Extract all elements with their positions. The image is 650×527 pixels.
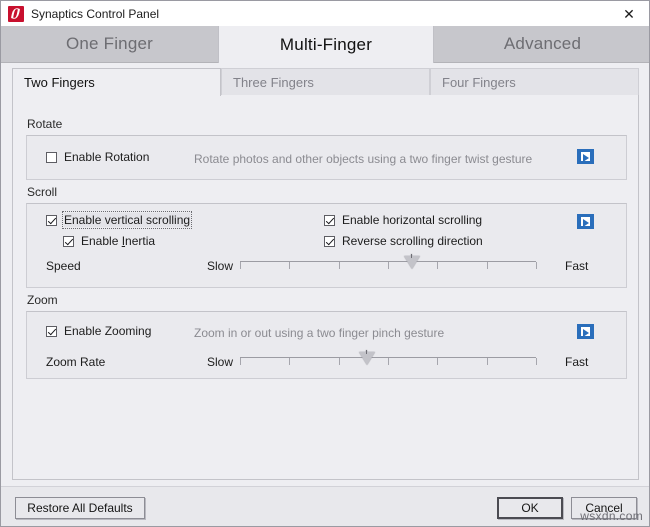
speed-slider-ticks [240,262,537,269]
speed-min-label: Slow [207,259,234,273]
play-triangle-icon [583,153,589,162]
enable-inertia-label-before: Enable [81,234,122,248]
speed-label: Speed [46,259,81,273]
enable-inertia-label-after: nertia [125,234,156,248]
enable-inertia-checkbox[interactable] [63,235,74,247]
close-icon[interactable]: ✕ [607,1,649,26]
slider-tick [240,262,241,269]
tab-three-fingers[interactable]: Three Fingers [221,68,430,96]
tab-multi-finger[interactable]: Multi-Finger [218,26,434,63]
scroll-video-preview-icon[interactable] [577,214,594,229]
enable-zooming-checkbox[interactable] [46,325,57,337]
slider-tick [437,262,439,269]
enable-inertia-row[interactable]: Enable Inertia [63,234,155,248]
ok-button[interactable]: OK [497,497,563,519]
enable-rotation-checkbox[interactable] [46,151,57,163]
zoom-video-preview-icon[interactable] [577,324,594,339]
primary-tabstrip: One Finger Multi-Finger Advanced [1,26,649,63]
rotate-group-frame: Enable Rotation Rotate photos and other … [26,135,627,180]
play-triangle-icon [583,218,589,227]
enable-zooming-label: Enable Zooming [64,324,152,338]
reverse-scrolling-direction-checkbox[interactable] [324,235,335,247]
zoom-rate-min-label: Slow [207,355,234,369]
zoom-rate-slider[interactable] [240,350,537,372]
speed-max-label: Fast [565,259,589,273]
enable-rotation-row[interactable]: Enable Rotation [46,150,149,164]
enable-vertical-scrolling-row[interactable]: Enable vertical scrolling [46,211,193,229]
title-bar: Synaptics Control Panel ✕ [1,1,649,26]
slider-tick [289,262,291,269]
reverse-scrolling-direction-label: Reverse scrolling direction [342,234,483,248]
watermark-text: wsxdn.com [580,509,643,523]
rotate-group: Rotate Enable Rotation Rotate photos and… [26,117,627,180]
zoom-group-frame: Enable Zooming Zoom in or out using a tw… [26,311,627,379]
slider-tick [388,358,389,365]
enable-vertical-scrolling-label: Enable vertical scrolling [61,211,193,229]
tab-one-finger[interactable]: One Finger [1,26,218,63]
zoom-rate-label: Zoom Rate [46,355,106,369]
slider-tick [486,262,488,269]
slider-tick [536,262,537,269]
rotate-video-preview-icon[interactable] [577,149,594,164]
enable-rotation-label: Enable Rotation [64,150,150,164]
window-title: Synaptics Control Panel [31,6,160,21]
rotate-description: Rotate photos and other objects using a … [194,152,533,166]
slider-tick [289,358,291,365]
play-triangle-icon [583,328,589,337]
slider-tick [388,262,389,269]
scroll-group-frame: Enable vertical scrolling Enable Inertia… [26,203,627,288]
speed-slider-thumb[interactable] [403,254,420,269]
slider-tick [437,358,439,365]
footer-bar: Restore All Defaults OK Cancel [1,486,649,526]
restore-all-defaults-button[interactable]: Restore All Defaults [15,497,145,519]
zoom-group: Zoom Enable Zooming Zoom in or out using… [26,293,627,379]
two-fingers-tab-body: Rotate Enable Rotation Rotate photos and… [12,95,639,480]
reverse-scrolling-direction-row[interactable]: Reverse scrolling direction [324,234,483,248]
enable-inertia-label: Enable Inertia [81,234,155,248]
zoom-rate-slider-ticks [240,358,537,365]
multi-finger-panel: Two Fingers Three Fingers Four Fingers R… [1,63,649,486]
scroll-group: Scroll Enable vertical scrolling Enable … [26,185,627,288]
zoom-description: Zoom in or out using a two finger pinch … [194,326,445,340]
synaptics-logo-icon [8,5,24,22]
zoom-rate-max-label: Fast [565,355,589,369]
slider-tick [536,358,537,365]
scroll-group-title: Scroll [27,185,58,199]
rotate-group-title: Rotate [27,117,63,131]
enable-horizontal-scrolling-checkbox[interactable] [324,214,335,226]
secondary-tabstrip: Two Fingers Three Fingers Four Fingers [12,68,639,96]
enable-horizontal-scrolling-row[interactable]: Enable horizontal scrolling [324,213,482,227]
enable-vertical-scrolling-checkbox[interactable] [46,214,57,226]
enable-horizontal-scrolling-label: Enable horizontal scrolling [342,213,483,227]
zoom-rate-slider-thumb[interactable] [359,350,376,365]
tab-two-fingers[interactable]: Two Fingers [12,68,221,96]
zoom-group-title: Zoom [27,293,58,307]
slider-tick [486,358,488,365]
slider-tick [338,262,340,269]
slider-tick [338,358,340,365]
synaptics-control-panel-window: Synaptics Control Panel ✕ One Finger Mul… [0,0,650,527]
tab-advanced[interactable]: Advanced [434,26,649,63]
slider-tick [240,358,241,365]
tab-four-fingers[interactable]: Four Fingers [430,68,639,96]
speed-slider[interactable] [240,254,537,276]
enable-zooming-row[interactable]: Enable Zooming [46,324,151,338]
